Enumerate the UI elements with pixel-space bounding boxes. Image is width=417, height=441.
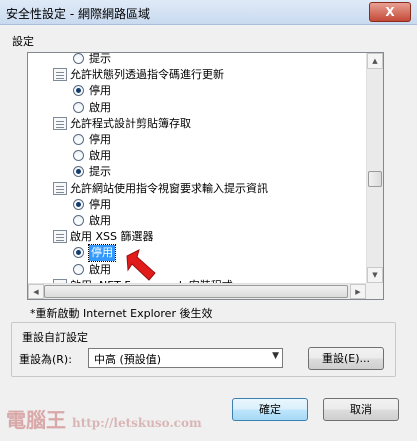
radio-option-label: 停用 bbox=[88, 244, 116, 262]
radio-option-label: 啟用 bbox=[89, 101, 111, 114]
horizontal-scrollbar[interactable]: ◀ ▶ bbox=[28, 283, 366, 299]
radio-option-label: 提示 bbox=[89, 53, 111, 65]
settings-group-label: 設定 bbox=[12, 35, 34, 48]
settings-tree[interactable]: 提示 允許狀態列透過指令碼進行更新 停用 啟用 允許程式設計剪貼簿存取 停用 啟用 提示 允許網… bbox=[27, 52, 384, 300]
watermark-brand: 電腦王 bbox=[6, 408, 66, 432]
settings-folder-icon bbox=[53, 182, 67, 195]
radio-button[interactable] bbox=[73, 134, 84, 145]
radio-option-label: 停用 bbox=[89, 198, 111, 211]
settings-folder-icon bbox=[53, 68, 67, 81]
radio-button[interactable] bbox=[73, 264, 84, 275]
cancel-button[interactable]: 取消 bbox=[323, 398, 399, 421]
tree-group-label: 允許狀態列透過指令碼進行更新 bbox=[70, 68, 224, 81]
settings-folder-icon bbox=[53, 117, 67, 130]
chevron-down-icon[interactable]: ▼ bbox=[272, 351, 279, 361]
reset-to-label: 重設為(R): bbox=[19, 353, 72, 366]
radio-button[interactable] bbox=[73, 166, 84, 177]
scroll-down-button[interactable]: ▼ bbox=[367, 267, 383, 283]
tree-group-label: 啟用 XSS 篩選器 bbox=[70, 230, 154, 243]
reset-button[interactable]: 重設(E)... bbox=[308, 347, 384, 370]
radio-option-label: 提示 bbox=[89, 165, 111, 178]
radio-option-label: 停用 bbox=[89, 133, 111, 146]
radio-button[interactable] bbox=[73, 199, 84, 210]
reset-group-legend: 重設自訂設定 bbox=[20, 329, 90, 345]
restart-note: *重新啟動 Internet Explorer 後生效 bbox=[30, 307, 213, 320]
vertical-scrollbar[interactable]: ▲ ▼ bbox=[366, 53, 383, 283]
watermark-url: http://letskuso.com bbox=[72, 416, 202, 430]
radio-option-label: 啟用 bbox=[89, 149, 111, 162]
red-arrow-icon bbox=[126, 249, 156, 281]
scroll-corner bbox=[366, 283, 383, 299]
radio-button[interactable] bbox=[73, 85, 84, 96]
radio-button[interactable] bbox=[73, 53, 84, 64]
tree-group-label: 允許網站使用指令視窗要求輸入提示資訊 bbox=[70, 182, 268, 195]
close-button[interactable]: X bbox=[369, 2, 411, 22]
watermark: 電腦王 http://letskuso.com bbox=[6, 404, 202, 433]
radio-option-label: 停用 bbox=[89, 84, 111, 97]
ok-button[interactable]: 確定 bbox=[232, 398, 308, 421]
radio-button[interactable] bbox=[73, 215, 84, 226]
window-title: 安全性設定 - 網際網路區域 bbox=[6, 7, 150, 21]
horizontal-scroll-thumb[interactable] bbox=[44, 285, 348, 298]
radio-button[interactable] bbox=[73, 102, 84, 113]
title-bar: 安全性設定 - 網際網路區域 X bbox=[0, 0, 417, 25]
radio-option-label: 啟用 bbox=[89, 214, 111, 227]
radio-button[interactable] bbox=[73, 150, 84, 161]
vertical-scroll-thumb[interactable] bbox=[368, 171, 382, 187]
scroll-right-button[interactable]: ▶ bbox=[350, 284, 366, 299]
reset-level-value: 中高 (預設值) bbox=[94, 353, 162, 366]
tree-group-label: 允許程式設計剪貼簿存取 bbox=[70, 117, 191, 130]
settings-folder-icon bbox=[53, 230, 67, 243]
reset-level-select[interactable]: 中高 (預設值) ▼ bbox=[88, 348, 283, 368]
radio-option-label: 啟用 bbox=[89, 263, 111, 276]
radio-button[interactable] bbox=[73, 247, 84, 258]
settings-tree-viewport: 提示 允許狀態列透過指令碼進行更新 停用 啟用 允許程式設計剪貼簿存取 停用 啟用 提示 允許網… bbox=[28, 53, 366, 283]
scroll-up-button[interactable]: ▲ bbox=[367, 53, 383, 69]
scroll-left-button[interactable]: ◀ bbox=[28, 284, 44, 299]
